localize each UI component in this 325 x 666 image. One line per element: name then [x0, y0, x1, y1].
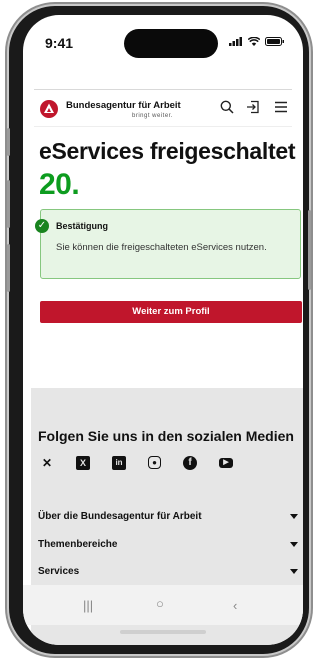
wifi-icon — [248, 37, 260, 46]
signal-icon — [229, 37, 242, 46]
facebook-icon[interactable]: f — [183, 456, 197, 470]
instagram-icon[interactable]: ● — [148, 456, 161, 469]
confirmation-alert: ✓ Bestätigung Sie können die freigeschal… — [35, 209, 301, 279]
search-icon[interactable] — [220, 100, 234, 114]
accordion-label: Services — [38, 566, 80, 577]
recent-apps-icon[interactable]: ||| — [83, 598, 93, 613]
accordion-about[interactable]: Über die Bundesagentur für Arbeit — [38, 511, 298, 522]
social-media-heading: Folgen Sie uns in den sozialen Medien — [38, 428, 294, 444]
highlight-badge: 20. — [39, 168, 80, 201]
accordion-topics[interactable]: Themenbereiche — [38, 539, 298, 550]
phone-power-button — [308, 210, 311, 290]
caret-down-icon — [290, 542, 298, 547]
status-time: 9:41 — [45, 35, 74, 51]
home-indicator — [120, 630, 206, 634]
back-icon[interactable]: ‹ — [233, 598, 237, 613]
phone-volume-up — [7, 180, 10, 228]
home-icon[interactable]: ○ — [156, 596, 164, 611]
phone-screen: 9:41 Bundesagentur für Arbeit bringt wei… — [23, 15, 303, 645]
ba-logo-icon — [40, 100, 58, 118]
linkedin-icon[interactable]: in — [112, 456, 126, 470]
xing-icon[interactable]: X — [76, 456, 90, 470]
confirmation-title: Bestätigung — [56, 221, 109, 231]
status-icons — [229, 37, 285, 46]
site-header: Bundesagentur für Arbeit bringt weiter. — [34, 89, 292, 127]
phone-volume-down — [7, 244, 10, 292]
menu-icon[interactable] — [274, 100, 288, 114]
youtube-icon[interactable]: ▶ — [219, 458, 233, 468]
accordion-services[interactable]: Services — [38, 566, 298, 577]
brand-tagline: bringt weiter. — [132, 113, 174, 119]
phone-side-button — [7, 128, 10, 156]
confirmation-text: Sie können die freigeschalteten eService… — [56, 242, 267, 253]
battery-icon — [265, 37, 284, 46]
accordion-label: Themenbereiche — [38, 539, 118, 550]
dynamic-island — [124, 29, 218, 58]
status-bar: 9:41 — [23, 15, 303, 75]
caret-down-icon — [290, 514, 298, 519]
check-circle-icon: ✓ — [35, 219, 49, 233]
social-icons-row: ✕ X in ● f ▶ — [40, 456, 233, 470]
accordion-label: Über die Bundesagentur für Arbeit — [38, 511, 202, 522]
page-title: eServices freigeschaltet — [39, 138, 296, 164]
brand-name: Bundesagentur für Arbeit — [66, 100, 181, 111]
caret-down-icon — [290, 569, 298, 574]
x-icon[interactable]: ✕ — [40, 456, 54, 470]
login-icon[interactable] — [246, 100, 260, 114]
continue-to-profile-button[interactable]: Weiter zum Profil — [40, 301, 302, 323]
android-nav-bar: ||| ○ ‹ — [23, 585, 303, 625]
